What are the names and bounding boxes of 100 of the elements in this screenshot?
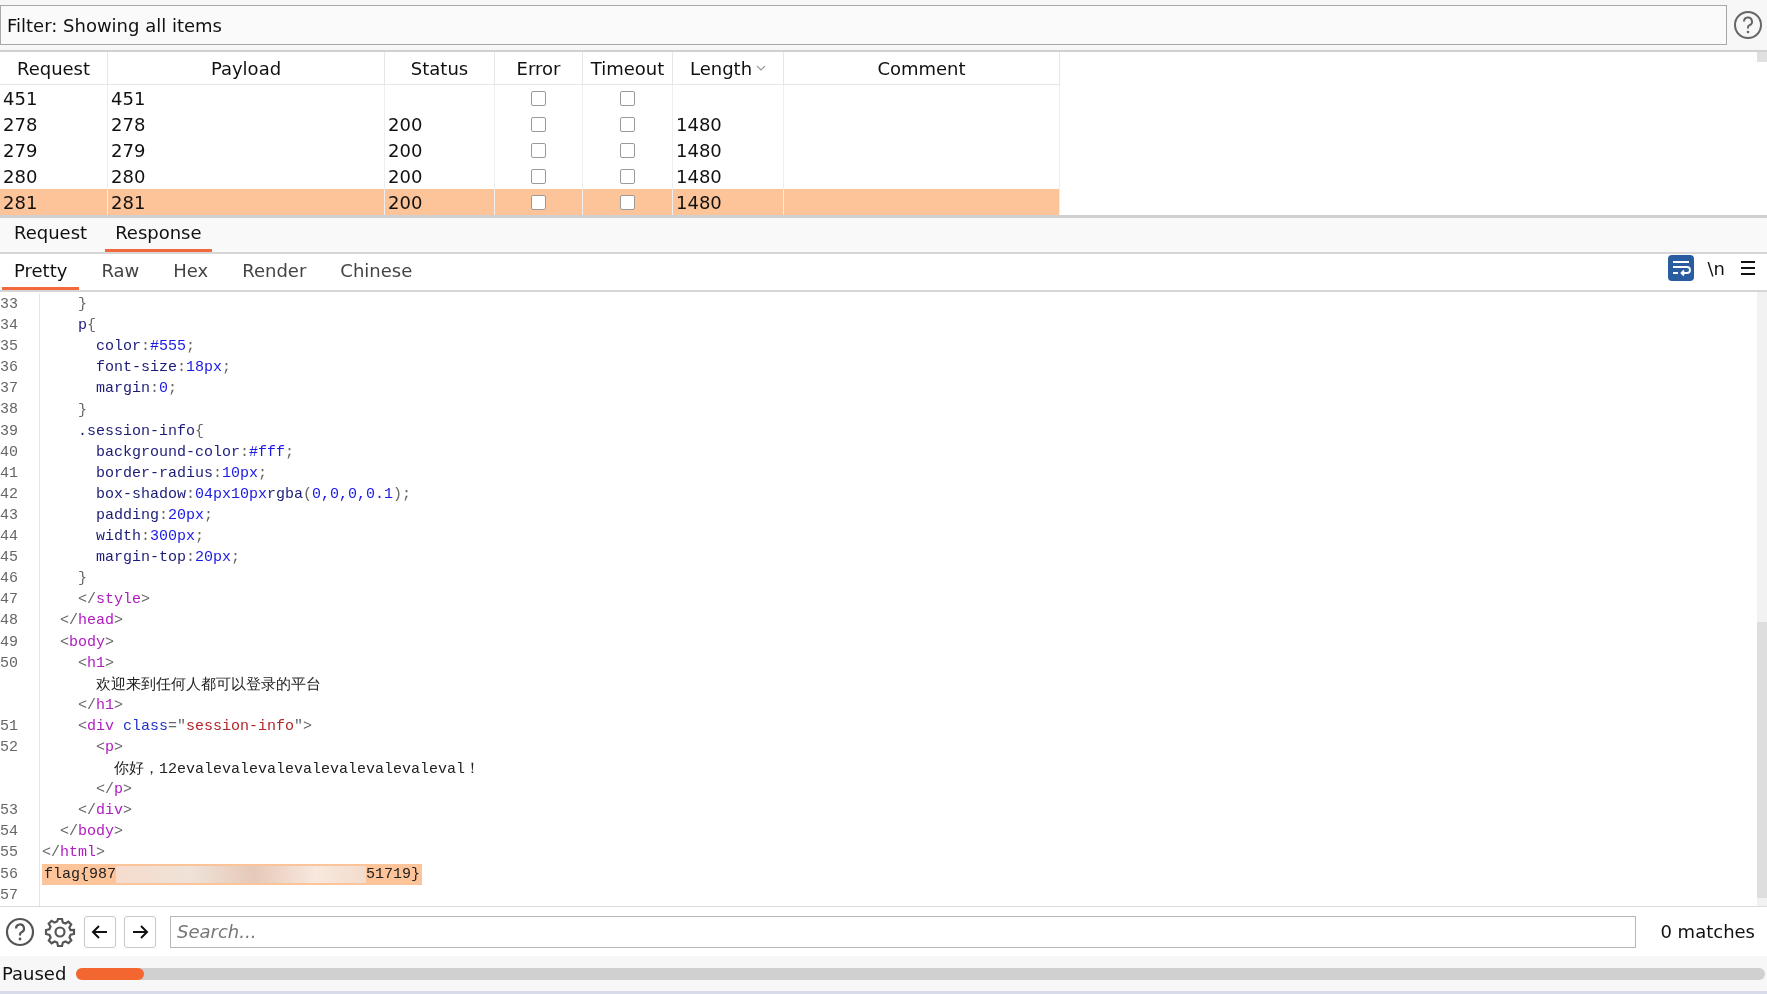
table-row[interactable]: 281 281 200 1480 [0,189,1060,215]
code-line: <h1> [77,654,115,672]
code-line: </div> [77,802,133,820]
line-number: 37 [0,378,40,400]
menu-icon[interactable] [1739,259,1757,277]
line-number: 46 [0,568,40,590]
help-icon[interactable] [1733,10,1763,40]
scrollbar[interactable] [1757,292,1767,906]
line-number: 40 [0,441,40,463]
table-cell: 279 [3,139,38,161]
line-number: 56 [0,863,40,885]
line-number: 49 [0,631,40,653]
table-cell: 200 [388,139,423,161]
search-field[interactable]: Search... [170,915,1637,948]
column-header[interactable]: Timeout [583,52,673,85]
code-line: </h1> [77,696,124,714]
table-cell: 1480 [676,165,722,187]
table-cell: 200 [388,113,423,135]
code-line: border-radius:10px; [95,464,268,482]
table-cell: 1480 [676,191,722,213]
table-cell: 279 [111,139,146,161]
code-line: </style> [77,591,151,609]
line-number: 39 [0,420,40,442]
table-cell: 278 [3,113,38,135]
code-line: p{ [77,317,97,335]
code-line: .session-info{ [77,422,205,440]
line-number: 35 [0,336,40,358]
column-header[interactable]: Comment [784,52,1060,85]
code-line: 你好，12evalevalevalevalevalevalevaleval！ [113,760,481,779]
code-line: } [77,296,87,314]
status-label: Paused [2,963,67,984]
table-cell: 1480 [676,113,722,135]
scrollbar[interactable] [1757,52,1767,62]
line-number: 44 [0,526,40,548]
code-line: <div class="session-info"> [77,717,313,735]
match-count: 0 matches [1659,921,1756,942]
table-cell: 281 [111,191,146,213]
code-line: background-color:#fff; [95,443,295,461]
line-number: 36 [0,357,40,379]
view-tab[interactable]: Chinese [328,260,425,290]
table-cell: 200 [388,191,423,213]
column-header[interactable]: Status [385,52,495,85]
table-cell: 1480 [676,139,722,161]
filter-bar[interactable]: Filter: Showing all items [0,5,1727,45]
code-line: </body> [59,823,124,841]
view-tab[interactable]: Hex [161,260,221,290]
line-number: 53 [0,800,40,822]
code-line: </p> [95,781,133,799]
message-tab[interactable]: Response [105,222,212,252]
table-cell: 280 [3,165,38,187]
code-line: color:#555; [95,338,196,356]
line-number: 47 [0,589,40,611]
table-cell: 451 [3,87,38,109]
line-number: 42 [0,483,40,505]
line-number: 34 [0,315,40,337]
line-number: 52 [0,736,40,801]
code-line: } [77,401,87,419]
code-line: 欢迎来到任何人都可以登录的平台 [95,675,321,694]
code-line: } [77,570,87,588]
line-number: 33 [0,294,40,316]
line-number: 43 [0,504,40,527]
line-number: 57 [0,884,40,906]
code-line: <p> [95,739,124,756]
code-line: </head> [59,612,124,630]
column-header[interactable]: Length [673,52,784,85]
view-tab[interactable]: Raw [89,260,152,290]
forward-button[interactable] [124,915,156,948]
line-number: 38 [0,399,40,421]
line-number: 55 [0,842,40,864]
code-line: </html> [42,844,106,862]
line-number: 41 [0,462,40,484]
back-button[interactable] [84,915,116,948]
code-line: width:300px; [95,528,205,546]
view-tab[interactable]: Render [230,260,319,290]
line-number: 50 [0,652,40,716]
line-number: 54 [0,821,40,843]
code-line: margin-top:20px; [95,549,241,567]
line-number: 51 [0,715,40,737]
settings-icon[interactable] [44,915,76,948]
view-tab[interactable]: Pretty [2,260,80,290]
line-number: 48 [0,610,40,632]
code-line: padding:20px; [95,507,214,524]
message-tab[interactable]: Request [4,222,98,252]
table-cell: 280 [111,165,146,187]
column-header[interactable]: Payload [108,52,385,85]
table-cell: 278 [111,113,146,135]
highlighted-code: flag{987 51719} [42,863,423,885]
wrap-icon[interactable] [1667,255,1694,281]
line-number: 45 [0,547,40,569]
table-cell: 200 [388,165,423,187]
table-row[interactable]: 451 451 [0,85,1060,112]
code-line: box-shadow:04px10pxrgba(0,0,0,0.1); [95,485,412,503]
table-cell: 281 [3,191,38,213]
newline-toggle[interactable]: \n [1707,257,1725,279]
code-line: margin:0; [95,380,178,398]
column-header[interactable]: Request [0,52,108,85]
code-line: <body> [59,633,115,651]
column-header[interactable]: Error [495,52,583,85]
code-line: font-size:18px; [95,359,232,377]
help-icon[interactable] [4,915,36,948]
